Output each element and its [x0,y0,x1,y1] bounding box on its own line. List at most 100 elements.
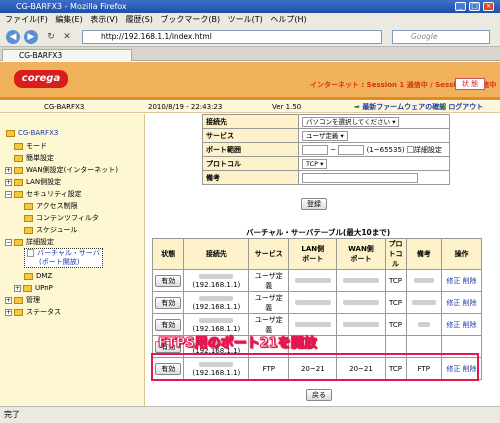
back-button[interactable]: 戻る [306,389,332,401]
sidebar-item-upnp[interactable]: + UPnP [14,283,53,293]
port-range-hint: (1~65535) [366,145,405,154]
redacted-port [342,278,379,283]
edit-link[interactable]: 修正 [446,299,460,307]
delete-link[interactable]: 削除 [463,299,477,307]
service-select[interactable]: ユーザ定義 ▾ [302,130,348,141]
sidebar-item-wan[interactable]: + WAN側設定(インターネット) [5,165,118,175]
menu-edit[interactable]: 編集(E) [55,15,82,24]
expand-icon[interactable]: + [5,166,12,174]
sidebar-item-status[interactable]: + ステータス [5,307,61,317]
note-input[interactable] [302,172,418,183]
col-destination: 接続先 [183,238,250,270]
enable-button[interactable]: 有効 [155,296,182,309]
redacted-port [294,278,331,283]
sidebar-item-schedule[interactable]: スケジュール [24,225,78,235]
folder-open-icon [14,190,23,198]
folder-icon [14,142,23,150]
expand-icon[interactable]: + [5,178,12,186]
destination-select[interactable]: パソコンを選択してください ▾ [302,116,400,127]
forward-icon[interactable]: ▶ [24,30,38,44]
minimize-button[interactable]: _ [455,2,466,11]
model-name: CG-BARFX3 [44,103,85,111]
reload-icon[interactable]: ↻ [44,30,58,44]
sidebar-item-admin[interactable]: + 管理 [5,295,40,305]
tab-cg-barfx3[interactable]: CG-BARFX3 [2,49,132,61]
search-input[interactable]: Google [392,30,490,44]
info-bar: CG-BARFX3 2010/8/19 - 22:43:23 Ver 1.50 … [0,101,500,113]
redacted-port [294,300,331,305]
col-protocol: プロ トコル [384,238,407,270]
sidebar-item-lan[interactable]: + LAN側設定 [5,177,61,187]
protocol-cell: TCP [384,291,407,314]
sidebar-item-virtual-server[interactable]: バーチャル・サーバ (ポート開放) [24,248,103,268]
menu-file[interactable]: ファイル(F) [5,15,48,24]
folder-icon [14,296,23,304]
protocol-select[interactable]: TCP ▾ [302,158,328,169]
menu-history[interactable]: 履歴(S) [126,15,153,24]
col-note: 備考 [405,238,443,270]
folder-icon [23,284,32,292]
enable-button[interactable]: 有効 [155,274,182,287]
folder-icon [14,166,23,174]
stop-icon[interactable]: ✕ [60,30,74,44]
close-window-button[interactable]: × [483,2,494,11]
logout-link[interactable]: ➡ ログアウト [440,101,483,113]
version: Ver 1.50 [272,103,302,111]
sidebar-item-dmz[interactable]: DMZ [24,271,52,281]
folder-icon [24,272,33,280]
table-caption: バーチャル・サーバテーブル(最大10まで) [246,228,391,237]
host-ip: (192.168.1.1) [192,302,241,311]
service-cell: ユーザ定義 [248,291,290,314]
sidebar-item-access-limit[interactable]: アクセス制限 [24,201,78,211]
collapse-icon[interactable]: − [5,238,12,246]
folder-icon [14,308,23,316]
menu-view[interactable]: 表示(V) [90,15,118,24]
datetime: 2010/8/19 - 22:43:23 [148,103,223,111]
maximize-button[interactable]: □ [469,2,480,11]
col-status: 状態 [151,238,185,270]
port-to-input[interactable] [338,144,365,155]
sidebar-item-security[interactable]: − セキュリティ設定 [5,189,82,199]
tree-root[interactable]: CG-BARFX3 [6,128,58,138]
sidebar-item-advanced[interactable]: − 詳細設定 [5,237,54,247]
status-text: 完了 [4,410,20,419]
expand-icon[interactable]: + [14,284,21,292]
edit-link[interactable]: 修正 [446,321,460,329]
menu-bookmarks[interactable]: ブックマーク(B) [160,15,220,24]
redacted-port [342,322,379,327]
detail-label: 詳細設定 [413,145,442,154]
collapse-icon[interactable]: − [5,190,12,198]
col-lan-port: LAN側 ポート [288,238,338,270]
delete-link[interactable]: 削除 [463,277,477,285]
label-port-range: ポート範囲 [202,142,299,157]
sidebar-item-easy-setup[interactable]: 簡単設定 [14,153,54,163]
col-service: サービス [248,238,290,270]
url-bar[interactable]: http://192.168.1.1/index.html [82,30,382,44]
back-icon[interactable]: ◀ [6,30,20,44]
redacted-note [417,322,430,327]
label-destination: 接続先 [202,114,299,129]
enable-button[interactable]: 有効 [155,318,182,331]
sidebar-item-mode[interactable]: モード [14,141,47,151]
col-operation: 操作 [441,238,482,270]
firmware-check-link[interactable]: ➡ 最新ファームウェアの確認 [354,101,446,113]
port-from-input[interactable] [302,144,328,155]
menu-tools[interactable]: ツール(T) [228,15,263,24]
menu-help[interactable]: ヘルプ(H) [270,15,306,24]
redacted-host [199,296,234,301]
detail-checkbox[interactable] [406,146,414,153]
page-icon [27,249,34,257]
label-note: 備考 [202,170,299,185]
status-button[interactable]: 状 態 [455,78,485,90]
sidebar-item-content-filter[interactable]: コンテンツフィルタ [24,213,99,223]
menu-bar: ファイル(F) 編集(E) 表示(V) 履歴(S) ブックマーク(B) ツール(… [0,13,500,27]
redacted-host [199,318,234,323]
folder-icon [14,154,23,162]
folder-open-icon [14,238,23,246]
delete-link[interactable]: 削除 [463,321,477,329]
edit-link[interactable]: 修正 [446,277,460,285]
expand-icon[interactable]: + [5,296,12,304]
table-row: 有効 (192.168.1.1) ユーザ定義 TCP 修正 削除 [151,269,482,292]
expand-icon[interactable]: + [5,308,12,316]
register-button[interactable]: 登録 [301,198,327,210]
